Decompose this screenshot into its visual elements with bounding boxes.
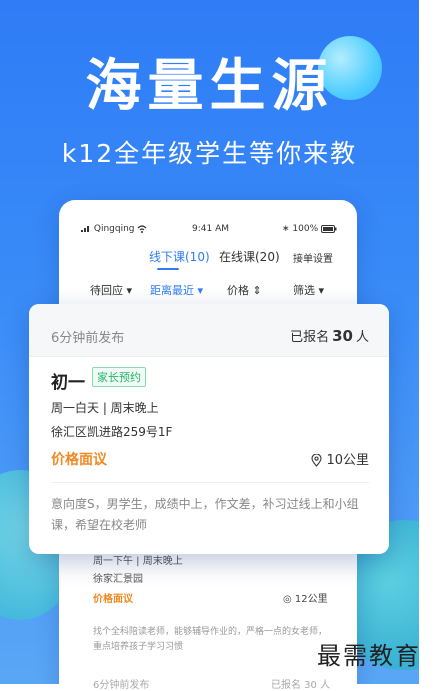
bg-schedule: 周一下午 | 周末晚上 <box>93 556 183 567</box>
headline-title: 海量生源 <box>85 54 334 119</box>
published-time: 6分钟前发布 <box>51 331 125 346</box>
brand-watermark: 最需教育 <box>317 642 421 670</box>
card-header: 6分钟前发布 已报名 30 人 <box>29 304 389 357</box>
filter-pending[interactable]: 待回应 ▾ <box>90 282 132 298</box>
distance: 10公里 <box>311 449 369 468</box>
status-time: 9:41 AM <box>192 224 229 234</box>
signal-icon <box>81 226 89 232</box>
bluetooth-icon: ∗ <box>281 224 290 234</box>
carrier: Qingqing <box>81 224 147 234</box>
battery-level: 100% <box>292 224 319 234</box>
course-tabs: 线下课(10) 在线课(20) 接单设置 <box>59 248 357 270</box>
sort-icon: ⇕ <box>252 284 262 297</box>
bg-distance: ◎ 12公里 <box>283 594 328 605</box>
headline-subtitle: k12全年级学生等你来教 <box>61 139 358 168</box>
order-settings-button[interactable]: 接单设置 <box>293 250 333 265</box>
battery: ∗ 100% <box>282 224 337 234</box>
location-pin-icon <box>311 454 322 467</box>
bg-description: 找个全科陪读老师，能够辅导作业的，严格一点的女老师，重点培养孩子学习习惯 <box>93 627 328 652</box>
status-bar: Qingqing 9:41 AM ∗ 100% <box>59 224 357 240</box>
chevron-down-icon: ▾ <box>318 284 325 297</box>
bg-price: 价格面议 <box>93 594 133 605</box>
order-card[interactable]: 6分钟前发布 已报名 30 人 初一 家长预约 周一白天 | 周末晚上 徐汇区凯进路… <box>29 304 389 554</box>
address-text: 徐汇区凯进路259号1F <box>51 425 173 439</box>
wifi-icon <box>137 224 147 233</box>
distance-value: 10公里 <box>326 453 369 468</box>
student-description: 意向度S，男学生，成绩中上，作文差，补习过线上和小组课，希望在校老师 <box>51 497 359 532</box>
active-tab-indicator <box>157 268 179 270</box>
carrier-name: Qingqing <box>93 224 135 234</box>
parent-booking-tag: 家长预约 <box>92 367 146 387</box>
tab-offline[interactable]: 线下课(10) <box>149 248 210 265</box>
filter-price[interactable]: 价格 ⇕ <box>227 282 262 298</box>
filter-bar: 待回应 ▾ 距离最近 ▾ 价格 ⇕ 筛选 ▾ <box>59 282 357 300</box>
chevron-down-icon: ▾ <box>197 284 204 297</box>
signed-count: 已报名 30 人 <box>290 327 369 345</box>
schedule-text: 周一白天 | 周末晚上 <box>51 401 159 415</box>
battery-icon <box>321 224 337 233</box>
filter-distance[interactable]: 距离最近 ▾ <box>150 282 203 298</box>
right-margin <box>419 0 438 684</box>
grade-label: 初一 <box>51 373 85 393</box>
bg-address: 徐家汇景园 <box>93 574 143 585</box>
filter-more[interactable]: 筛选 ▾ <box>293 282 324 298</box>
price-text: 价格面议 <box>51 452 107 468</box>
card-divider <box>51 482 369 483</box>
location-pin-icon: ◎ <box>283 594 292 605</box>
tab-online[interactable]: 在线课(20) <box>219 248 280 265</box>
chevron-down-icon: ▾ <box>126 284 133 297</box>
